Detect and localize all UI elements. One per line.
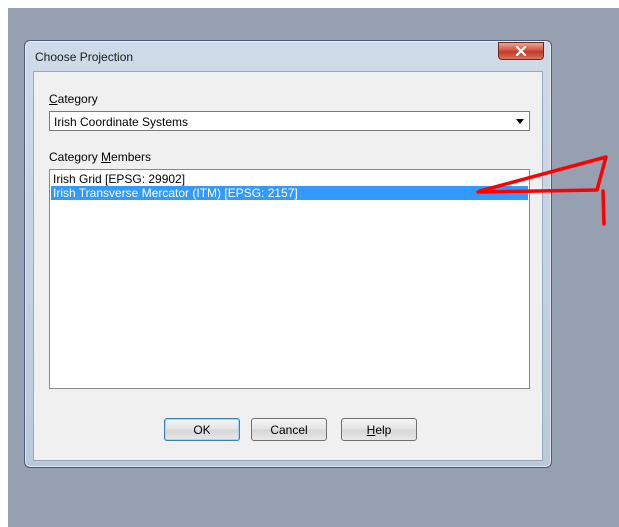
dialog-body: Category Irish Coordinate Systems Catego…: [33, 71, 543, 461]
category-selected-value: Irish Coordinate Systems: [54, 115, 189, 129]
dropdown-arrow-icon[interactable]: [516, 119, 524, 124]
close-button[interactable]: [498, 42, 544, 60]
close-icon: [515, 46, 527, 56]
category-members-list[interactable]: Irish Grid [EPSG: 29902] Irish Transvers…: [49, 169, 530, 389]
category-dropdown[interactable]: Irish Coordinate Systems: [49, 111, 530, 131]
cancel-button[interactable]: Cancel: [251, 418, 327, 441]
category-members-label: Category Members: [49, 150, 152, 164]
help-button[interactable]: Help: [341, 418, 417, 441]
ok-button[interactable]: OK: [164, 418, 240, 441]
list-item[interactable]: Irish Grid [EPSG: 29902]: [51, 172, 528, 186]
category-label: Category: [49, 92, 98, 106]
title-bar[interactable]: Choose Projection: [25, 41, 551, 69]
dialog-title: Choose Projection: [35, 50, 134, 64]
button-row: OK Cancel Help: [34, 418, 542, 442]
list-item-selected[interactable]: Irish Transverse Mercator (ITM) [EPSG: 2…: [51, 186, 528, 200]
choose-projection-dialog: Choose Projection Category Irish Coordin…: [24, 40, 552, 468]
